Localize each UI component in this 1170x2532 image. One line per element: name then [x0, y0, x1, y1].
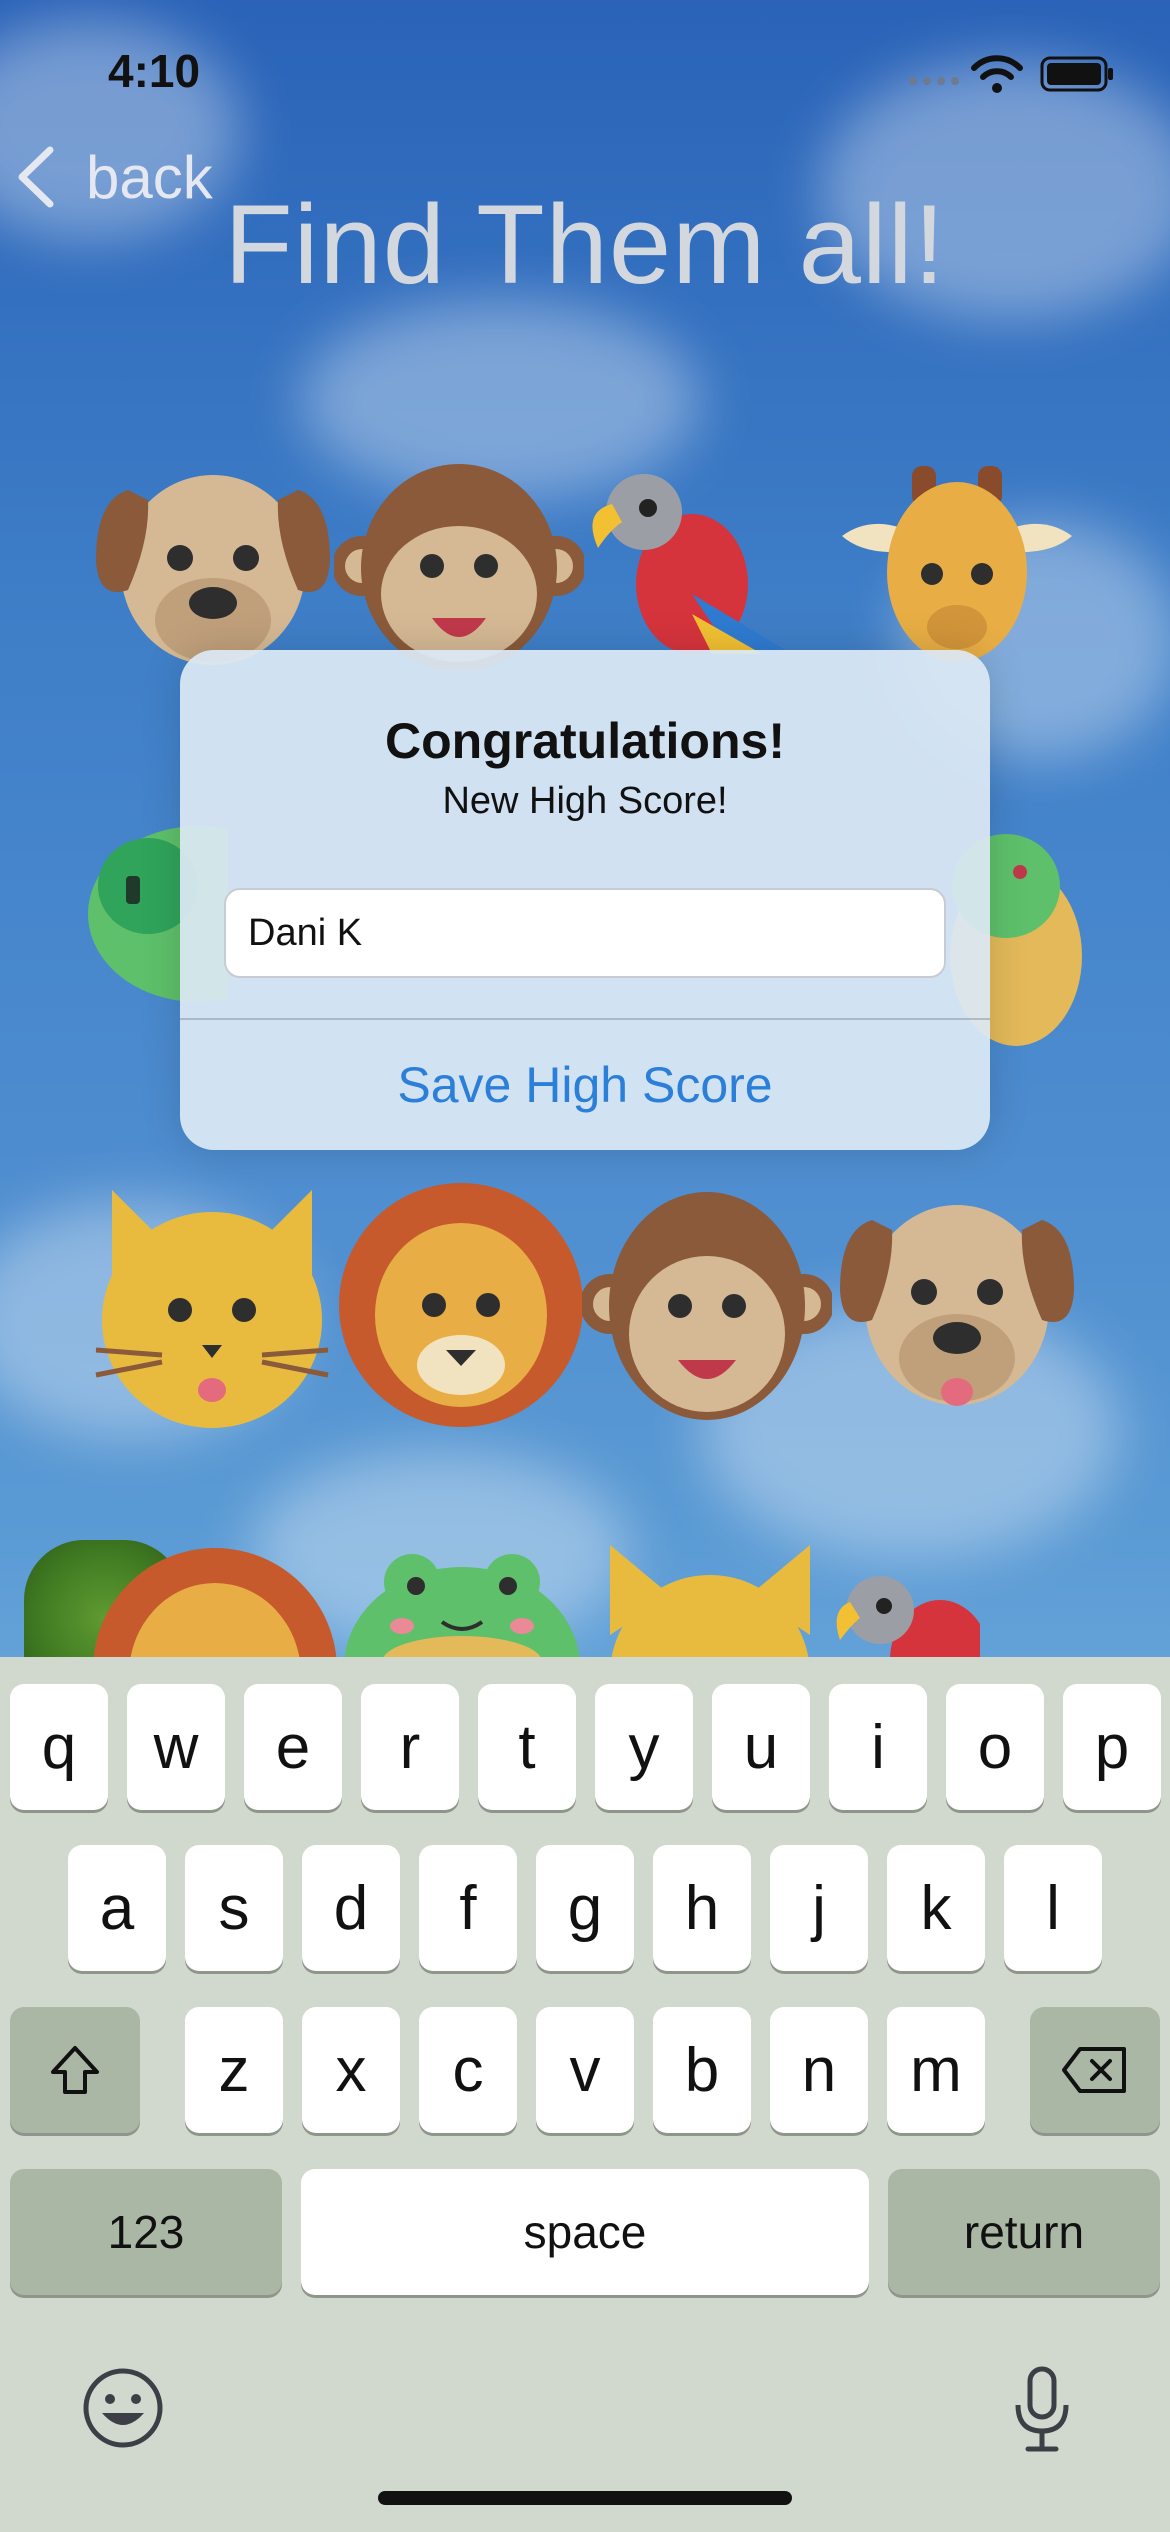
- dialog-title: Congratulations!: [385, 713, 785, 769]
- key-z[interactable]: z: [185, 2007, 283, 2133]
- key-s[interactable]: s: [185, 1845, 283, 1971]
- microphone-icon[interactable]: [1012, 2365, 1072, 2453]
- game-screen: 4:10 b a c k Find Them all! Congratulations…: [0, 0, 1170, 2532]
- space-key[interactable]: space: [301, 2169, 869, 2295]
- key-n[interactable]: n: [770, 2007, 868, 2133]
- key-w[interactable]: w: [127, 1684, 225, 1810]
- name-input[interactable]: [224, 888, 946, 978]
- key-y[interactable]: y: [595, 1684, 693, 1810]
- cellular-signal-icon: [909, 77, 959, 85]
- animal-card-cat[interactable]: [600, 1545, 820, 1657]
- page-title: Find Them all!: [224, 182, 946, 307]
- wifi-icon: [971, 55, 1023, 93]
- battery-icon: [1040, 56, 1113, 92]
- key-e[interactable]: e: [244, 1684, 342, 1810]
- key-p[interactable]: p: [1063, 1684, 1161, 1810]
- key-o[interactable]: o: [946, 1684, 1044, 1810]
- key-h[interactable]: h: [653, 1845, 751, 1971]
- animal-card-lion[interactable]: [90, 1545, 340, 1657]
- shift-key[interactable]: [10, 2007, 140, 2133]
- animal-card-giraffe[interactable]: [832, 462, 1082, 662]
- animal-card-lion[interactable]: [336, 1180, 586, 1430]
- key-g[interactable]: g: [536, 1845, 634, 1971]
- key-i[interactable]: i: [829, 1684, 927, 1810]
- animal-card-dog[interactable]: [832, 1190, 1082, 1420]
- keyboard: q w e r t y u i o p a s d f g h j k l z …: [0, 1657, 1170, 2532]
- save-high-score-button[interactable]: Save High Score: [180, 1020, 990, 1150]
- backspace-key[interactable]: [1030, 2007, 1160, 2133]
- emoji-icon[interactable]: [82, 2367, 164, 2449]
- key-a[interactable]: a: [68, 1845, 166, 1971]
- return-key[interactable]: return: [888, 2169, 1160, 2295]
- key-q[interactable]: q: [10, 1684, 108, 1810]
- animal-card-frog[interactable]: [342, 1552, 582, 1657]
- key-j[interactable]: j: [770, 1845, 868, 1971]
- animal-card-parrot[interactable]: [830, 1570, 980, 1657]
- key-f[interactable]: f: [419, 1845, 517, 1971]
- home-indicator: [378, 2491, 792, 2505]
- key-m[interactable]: m: [887, 2007, 985, 2133]
- key-c[interactable]: c: [419, 2007, 517, 2133]
- key-u[interactable]: u: [712, 1684, 810, 1810]
- key-t[interactable]: t: [478, 1684, 576, 1810]
- key-b[interactable]: b: [653, 2007, 751, 2133]
- key-x[interactable]: x: [302, 2007, 400, 2133]
- shift-icon: [51, 2046, 99, 2094]
- key-l[interactable]: l: [1004, 1845, 1102, 1971]
- dialog-message: New High Score!: [442, 780, 728, 822]
- animal-card-parrot[interactable]: [582, 464, 812, 654]
- animal-card-dog[interactable]: [88, 460, 338, 670]
- key-k[interactable]: k: [887, 1845, 985, 1971]
- key-v[interactable]: v: [536, 2007, 634, 2133]
- key-d[interactable]: d: [302, 1845, 400, 1971]
- key-r[interactable]: r: [361, 1684, 459, 1810]
- animal-card-monkey[interactable]: [334, 456, 584, 670]
- animal-card-cat[interactable]: [92, 1180, 332, 1430]
- status-time: 4:10: [108, 45, 201, 97]
- high-score-dialog: Congratulations! New High Score! Save Hi…: [180, 650, 990, 1150]
- animal-card-monkey[interactable]: [582, 1184, 832, 1424]
- numbers-key[interactable]: 123: [10, 2169, 282, 2295]
- backspace-icon: [1062, 2047, 1126, 2093]
